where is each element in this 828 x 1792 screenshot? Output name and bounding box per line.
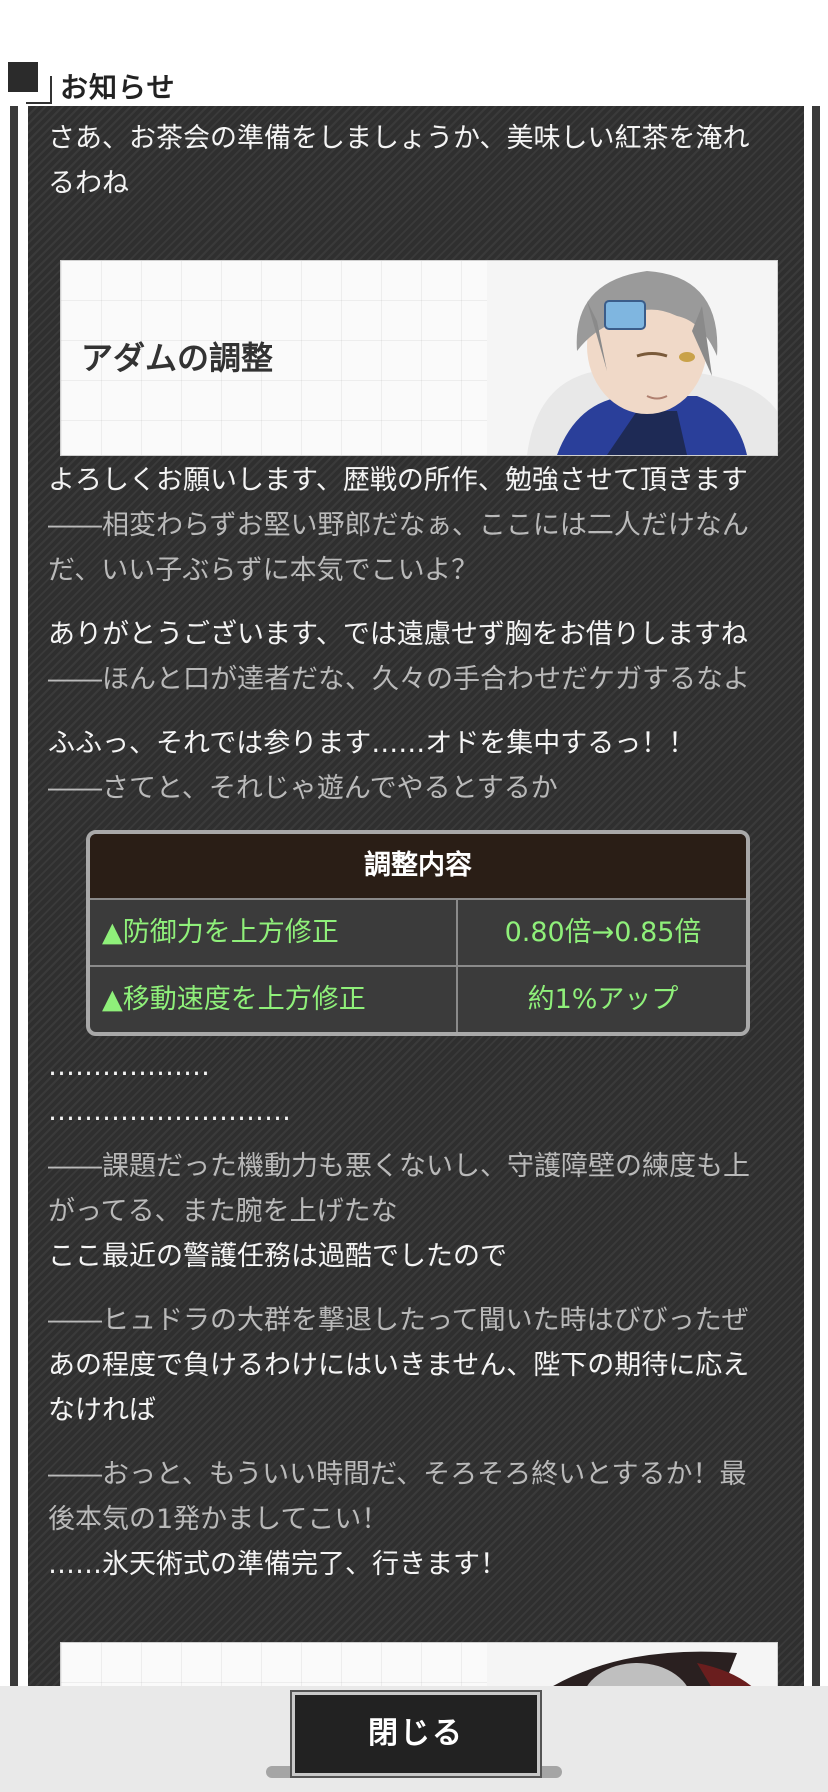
text-line: ……………… [48, 1051, 210, 1082]
adam-adjustment-banner: アダムの調整 [60, 260, 778, 456]
text-line: ――ほんと口が達者だな、久々の手合わせだケガするなよ [48, 664, 750, 695]
text-line: あの程度で負けるわけにはいきません、陛下の期待に応え [48, 1350, 750, 1381]
text-line: ふふっ、それでは参ります……オドを集中するっ！！ [48, 728, 696, 759]
text-line: ありがとうございます、では遠慮せず胸をお借りしますね [48, 619, 748, 650]
next-banner-partial [60, 1642, 778, 1686]
notice-content-panel[interactable]: さあ、お茶会の準備をしましょうか、美味しい紅茶を淹れ るわね アダムの調整 よろ… [28, 106, 804, 1686]
footer-bar: 閉じる [0, 1686, 828, 1792]
table-header: 調整内容 [90, 834, 746, 898]
banner-title: アダムの調整 [81, 339, 274, 377]
text-line: ――ヒュドラの大群を撃退したって聞いた時はびびったぜ [48, 1305, 749, 1336]
text-line: 後本気の1発かましてこい！ [48, 1504, 389, 1535]
table-row: ▲移動速度を上方修正 約1%アップ [90, 965, 746, 1032]
text-line: ……………………… [48, 1096, 291, 1127]
text-line: がってる、また腕を上げたな [48, 1196, 398, 1227]
header-bracket-icon [26, 76, 52, 104]
page-title: お知らせ [60, 71, 176, 104]
next-portrait-image [487, 1643, 777, 1686]
close-button[interactable]: 閉じる [292, 1692, 540, 1776]
table-cell-label: ▲移動速度を上方修正 [90, 967, 458, 1032]
table-cell-value: 0.80倍→0.85倍 [504, 917, 702, 948]
adjustment-table: 調整内容 ▲防御力を上方修正 0.80倍→0.85倍 ▲移動速度を上方修正 約1… [86, 830, 750, 1036]
text-line: だ、いい子ぶらずに本気でこいよ？ [48, 555, 479, 586]
adam-portrait-image [487, 261, 777, 455]
frame-left-border [10, 106, 18, 1686]
table-cell-label: ▲防御力を上方修正 [90, 900, 458, 965]
text-line: ――さてと、それじゃ遊んでやるとするか [48, 773, 558, 804]
text-line: ――おっと、もういい時間だ、そろそろ終いとするか！最 [48, 1459, 747, 1490]
text-line: よろしくお願いします、歴戦の所作、勉強させて頂きます [48, 465, 748, 496]
text-line: ……氷天術式の準備完了、行きます！ [48, 1549, 507, 1580]
text-line: ここ最近の警護任務は過酷でしたので [48, 1241, 507, 1272]
frame-right-border[interactable] [812, 106, 820, 1686]
text-line: ――相変わらずお堅い野郎だなぁ、ここには二人だけなん [48, 510, 749, 541]
notice-frame: さあ、お茶会の準備をしましょうか、美味しい紅茶を淹れ るわね アダムの調整 よろ… [0, 106, 828, 1686]
page-header: お知らせ [0, 0, 828, 106]
table-cell-value: 約1%アップ [527, 984, 679, 1015]
text-line: るわね [48, 168, 129, 199]
text-line: さあ、お茶会の準備をしましょうか、美味しい紅茶を淹れ [48, 123, 750, 154]
table-row: ▲防御力を上方修正 0.80倍→0.85倍 [90, 898, 746, 965]
text-line: ――課題だった機動力も悪くないし、守護障壁の練度も上 [48, 1151, 750, 1182]
text-line: なければ [48, 1395, 156, 1426]
